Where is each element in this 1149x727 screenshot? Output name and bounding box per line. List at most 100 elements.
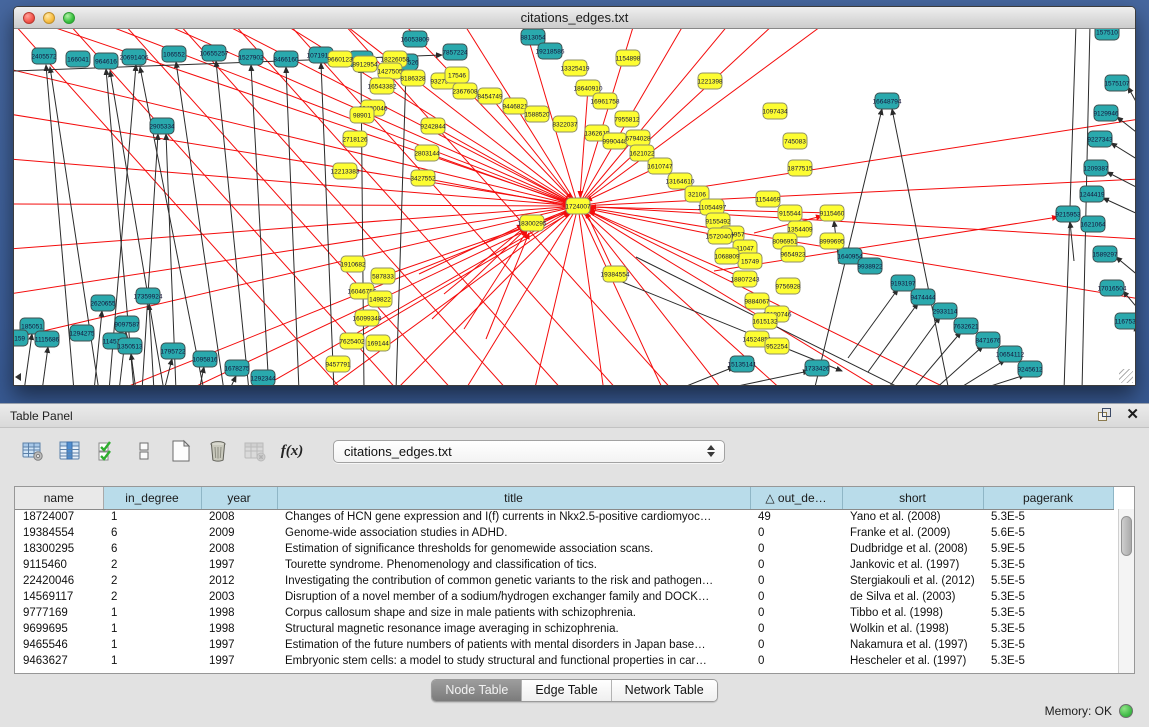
table-cell[interactable]: Genome-wide association studies in ADHD. xyxy=(277,525,750,541)
edge[interactable] xyxy=(975,375,1025,385)
edge[interactable] xyxy=(848,289,898,358)
graph-node[interactable]: 9990448 xyxy=(602,133,628,149)
citation-edge[interactable] xyxy=(578,179,1135,206)
table-cell[interactable]: 1997 xyxy=(201,557,277,573)
graph-node[interactable]: 8999695 xyxy=(819,233,845,249)
graph-node[interactable]: 2905334 xyxy=(149,118,175,134)
table-cell[interactable]: 6 xyxy=(103,541,201,557)
graph-node[interactable]: 8454749 xyxy=(477,88,503,104)
table-cell[interactable]: 0 xyxy=(750,589,842,605)
graph-node[interactable]: 8322037 xyxy=(552,116,578,132)
graph-node[interactable]: 10655257 xyxy=(200,45,229,61)
graph-node[interactable]: 16099348 xyxy=(353,310,382,326)
table-cell[interactable]: 0 xyxy=(750,637,842,653)
citation-edge[interactable] xyxy=(578,206,724,385)
table-cell[interactable]: Hescheler et al. (1997) xyxy=(842,653,983,669)
scrollbar-thumb[interactable] xyxy=(1121,516,1132,556)
citation-edge[interactable] xyxy=(14,204,578,206)
edge[interactable] xyxy=(140,67,204,385)
graph-node[interactable]: 169144 xyxy=(366,335,390,351)
zoom-window-icon[interactable] xyxy=(63,12,75,24)
table-cell[interactable]: 0 xyxy=(750,605,842,621)
graph-node[interactable]: 9756928 xyxy=(775,278,801,294)
resize-grip-icon[interactable] xyxy=(1119,369,1133,383)
table-cell[interactable]: 5.6E-5 xyxy=(983,525,1113,541)
graph-node[interactable]: 149822 xyxy=(368,291,392,307)
table-cell[interactable]: 19384554 xyxy=(15,525,103,541)
graph-node[interactable]: 7955812 xyxy=(614,111,640,127)
table-cell[interactable]: Yano et al. (2008) xyxy=(842,509,983,525)
graph-node[interactable]: 15749 xyxy=(738,253,762,269)
table-cell[interactable]: 5.3E-5 xyxy=(983,653,1113,669)
edge[interactable] xyxy=(251,65,269,385)
citation-edge[interactable] xyxy=(578,206,604,385)
graph-node[interactable]: 1589297 xyxy=(1092,246,1118,262)
table-cell[interactable]: 1 xyxy=(103,509,201,525)
table-cell[interactable]: 6 xyxy=(103,525,201,541)
graph-node[interactable]: 1350513 xyxy=(117,338,143,354)
graph-node[interactable]: 1115686 xyxy=(35,331,60,347)
new-file-icon[interactable] xyxy=(169,439,193,463)
trash-icon[interactable] xyxy=(206,439,230,463)
graph-node[interactable]: 1527902 xyxy=(238,49,264,65)
column-header-year[interactable]: year xyxy=(201,487,277,509)
graph-node[interactable]: 7625402 xyxy=(339,333,365,349)
graph-node[interactable]: 8912954 xyxy=(352,56,378,72)
graph-node[interactable]: 18807243 xyxy=(731,271,760,287)
column-header-out_de[interactable]: △ out_de… xyxy=(750,487,842,509)
edge[interactable] xyxy=(1116,257,1135,277)
network-graph[interactable]: 2405572166041964616206914061065521065525… xyxy=(14,29,1135,385)
edge[interactable] xyxy=(176,62,224,385)
graph-node[interactable]: 9097587 xyxy=(114,316,140,332)
table-cell[interactable]: 1998 xyxy=(201,621,277,637)
table-cell[interactable]: Tibbo et al. (1998) xyxy=(842,605,983,621)
edge[interactable] xyxy=(714,371,809,385)
checklist-icon[interactable] xyxy=(95,439,119,463)
column-header-short[interactable]: short xyxy=(842,487,983,509)
table-cell[interactable]: 2 xyxy=(103,589,201,605)
tab-network-table[interactable]: Network Table xyxy=(612,680,717,701)
citation-edge[interactable] xyxy=(254,206,578,385)
close-window-icon[interactable] xyxy=(23,12,35,24)
edge[interactable] xyxy=(1111,143,1135,161)
graph-node[interactable]: 19218586 xyxy=(536,43,565,59)
table-cell[interactable]: 0 xyxy=(750,621,842,637)
graph-node[interactable]: 20691406 xyxy=(120,49,149,65)
table-cell[interactable]: 1 xyxy=(103,653,201,669)
graph-node[interactable]: 157510 xyxy=(1095,29,1119,40)
graph-node[interactable]: 2933114 xyxy=(933,303,958,319)
table-row[interactable]: 1938455462009Genome-wide association stu… xyxy=(15,525,1113,541)
table-cell[interactable]: Embryonic stem cells: a model to study s… xyxy=(277,653,750,669)
table-row[interactable]: 1456911722003Disruption of a novel membe… xyxy=(15,589,1113,605)
table-cell[interactable]: 5.3E-5 xyxy=(983,557,1113,573)
edge[interactable] xyxy=(142,134,158,385)
edge[interactable] xyxy=(42,347,48,385)
minimize-window-icon[interactable] xyxy=(43,12,55,24)
function-icon[interactable]: f(x) xyxy=(280,439,304,463)
table-row[interactable]: 969969511998Structural magnetic resonanc… xyxy=(15,621,1113,637)
table-row[interactable]: 946554611997Estimation of the future num… xyxy=(15,637,1113,653)
tab-edge-table[interactable]: Edge Table xyxy=(522,680,611,701)
edge[interactable] xyxy=(1123,291,1135,311)
edge[interactable] xyxy=(216,61,249,385)
citation-edge[interactable] xyxy=(578,29,729,206)
table-cell[interactable]: Tourette syndrome. Phenomenology and cla… xyxy=(277,557,750,573)
graph-node[interactable]: 13325419 xyxy=(561,60,590,76)
graph-node[interactable]: 2803144 xyxy=(414,145,440,161)
table-cell[interactable]: Franke et al. (2009) xyxy=(842,525,983,541)
graph-node[interactable]: 1733426 xyxy=(804,360,830,376)
graph-node[interactable]: 1154469 xyxy=(756,191,781,207)
graph-node[interactable]: 39159 xyxy=(14,330,28,346)
graph-node[interactable]: 9474444 xyxy=(910,289,936,305)
graph-node[interactable]: 1095816 xyxy=(192,351,218,367)
table-cell[interactable]: 1997 xyxy=(201,653,277,669)
graph-node[interactable]: 7857224 xyxy=(442,44,468,60)
column-header-pagerank[interactable]: pagerank xyxy=(983,487,1113,509)
table-cell[interactable]: 5.3E-5 xyxy=(983,637,1113,653)
table-cell[interactable]: 14569117 xyxy=(15,589,103,605)
graph-node[interactable]: 8471676 xyxy=(975,332,1001,348)
table-row[interactable]: 1872400712008Changes of HCN gene express… xyxy=(15,509,1113,525)
table-cell[interactable]: 5.3E-5 xyxy=(983,621,1113,637)
table-cell[interactable]: Structural magnetic resonance image aver… xyxy=(277,621,750,637)
table-cell[interactable]: Jankovic et al. (1997) xyxy=(842,557,983,573)
